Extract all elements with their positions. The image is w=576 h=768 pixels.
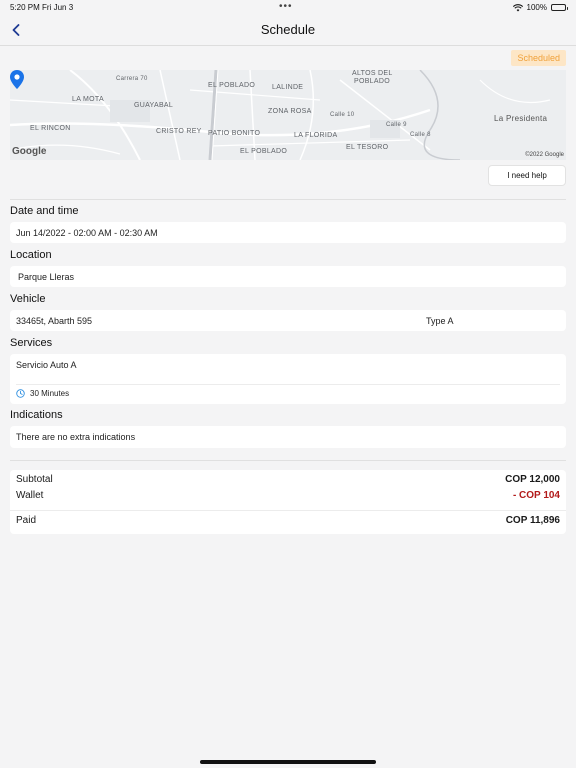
services-card: Servicio Auto A 30 Minutes xyxy=(10,354,566,404)
service-name: Servicio Auto A xyxy=(16,360,77,370)
indications-value: There are no extra indications xyxy=(16,432,136,442)
map-label: GUAYABAL xyxy=(134,102,174,109)
vehicle-card: 33465t, Abarth 595 Type A xyxy=(10,310,566,331)
divider xyxy=(10,460,566,461)
need-help-button[interactable]: I need help xyxy=(488,165,566,186)
home-indicator[interactable] xyxy=(200,760,376,764)
paid-label: Paid xyxy=(16,515,37,526)
map-label: ALTOS DEL xyxy=(352,70,393,77)
map-label: CRISTO REY xyxy=(156,128,202,135)
map-label: POBLADO xyxy=(354,78,390,85)
wallet-value: - COP 104 xyxy=(512,490,560,501)
google-logo: Google xyxy=(12,146,47,157)
map-label: PATIO BONITO xyxy=(208,130,261,137)
map-view[interactable]: ALTOS DEL POBLADO EL POBLADO LALINDE LA … xyxy=(10,70,566,160)
paid-row: Paid COP 11,896 xyxy=(16,515,560,526)
map-label: Calle 10 xyxy=(330,112,355,118)
navigation-bar: Schedule xyxy=(0,16,576,46)
map-label: Calle 9 xyxy=(386,122,407,128)
map-label: Carrera 70 xyxy=(116,76,148,82)
location-card: Parque Lleras xyxy=(10,266,566,287)
service-duration-text: 30 Minutes xyxy=(30,389,70,398)
map-label: La Presidenta xyxy=(494,114,548,123)
status-badge: Scheduled xyxy=(511,50,566,66)
location-value: Parque Lleras xyxy=(18,272,75,282)
subtotal-value: COP 12,000 xyxy=(505,474,560,485)
date-time-value: Jun 14/2022 - 02:00 AM - 02:30 AM xyxy=(16,228,158,238)
vehicle-title: Vehicle xyxy=(10,293,46,305)
map-label: EL POBLADO xyxy=(240,148,288,155)
wallet-label: Wallet xyxy=(16,490,44,501)
service-separator xyxy=(16,384,560,385)
status-bar: 5:20 PM Fri Jun 3 ••• 100% xyxy=(0,0,576,16)
vehicle-type: Type A xyxy=(426,316,454,326)
clock-icon xyxy=(16,389,25,398)
divider xyxy=(10,199,566,200)
status-right: 100% xyxy=(512,3,568,12)
map-label: LA FLORIDA xyxy=(294,132,338,139)
map-label: Calle 8 xyxy=(410,132,431,138)
date-time-card: Jun 14/2022 - 02:00 AM - 02:30 AM xyxy=(10,222,566,243)
service-duration: 30 Minutes xyxy=(16,389,69,398)
location-pin-icon xyxy=(10,70,24,89)
page-title: Schedule xyxy=(260,22,316,37)
map-label: EL RINCON xyxy=(30,125,71,132)
battery-percent: 100% xyxy=(526,3,547,12)
status-time: 5:20 PM Fri Jun 3 xyxy=(10,3,74,12)
map-label: LA MOTA xyxy=(72,96,104,103)
map-label: EL TESORO xyxy=(346,144,389,151)
indications-title: Indications xyxy=(10,409,63,421)
wifi-icon xyxy=(512,3,523,11)
payment-summary: Subtotal COP 12,000 Wallet - COP 104 Pai… xyxy=(10,470,566,534)
wallet-row: Wallet - COP 104 xyxy=(16,490,560,501)
multitask-dots-icon: ••• xyxy=(279,1,293,12)
map-copyright: ©2022 Google xyxy=(525,152,564,158)
paid-value: COP 11,896 xyxy=(505,515,560,526)
services-title: Services xyxy=(10,337,53,349)
subtotal-row: Subtotal COP 12,000 xyxy=(16,474,560,485)
date-time-title: Date and time xyxy=(10,205,79,217)
map-label: EL POBLADO xyxy=(208,82,256,89)
vehicle-value: 33465t, Abarth 595 xyxy=(16,316,93,326)
map-label: ZONA ROSA xyxy=(268,108,312,115)
indications-card: There are no extra indications xyxy=(10,426,566,448)
battery-icon xyxy=(551,4,568,11)
summary-separator xyxy=(10,510,566,511)
map-label: LALINDE xyxy=(272,84,304,91)
subtotal-label: Subtotal xyxy=(16,474,53,485)
location-title: Location xyxy=(10,249,52,261)
